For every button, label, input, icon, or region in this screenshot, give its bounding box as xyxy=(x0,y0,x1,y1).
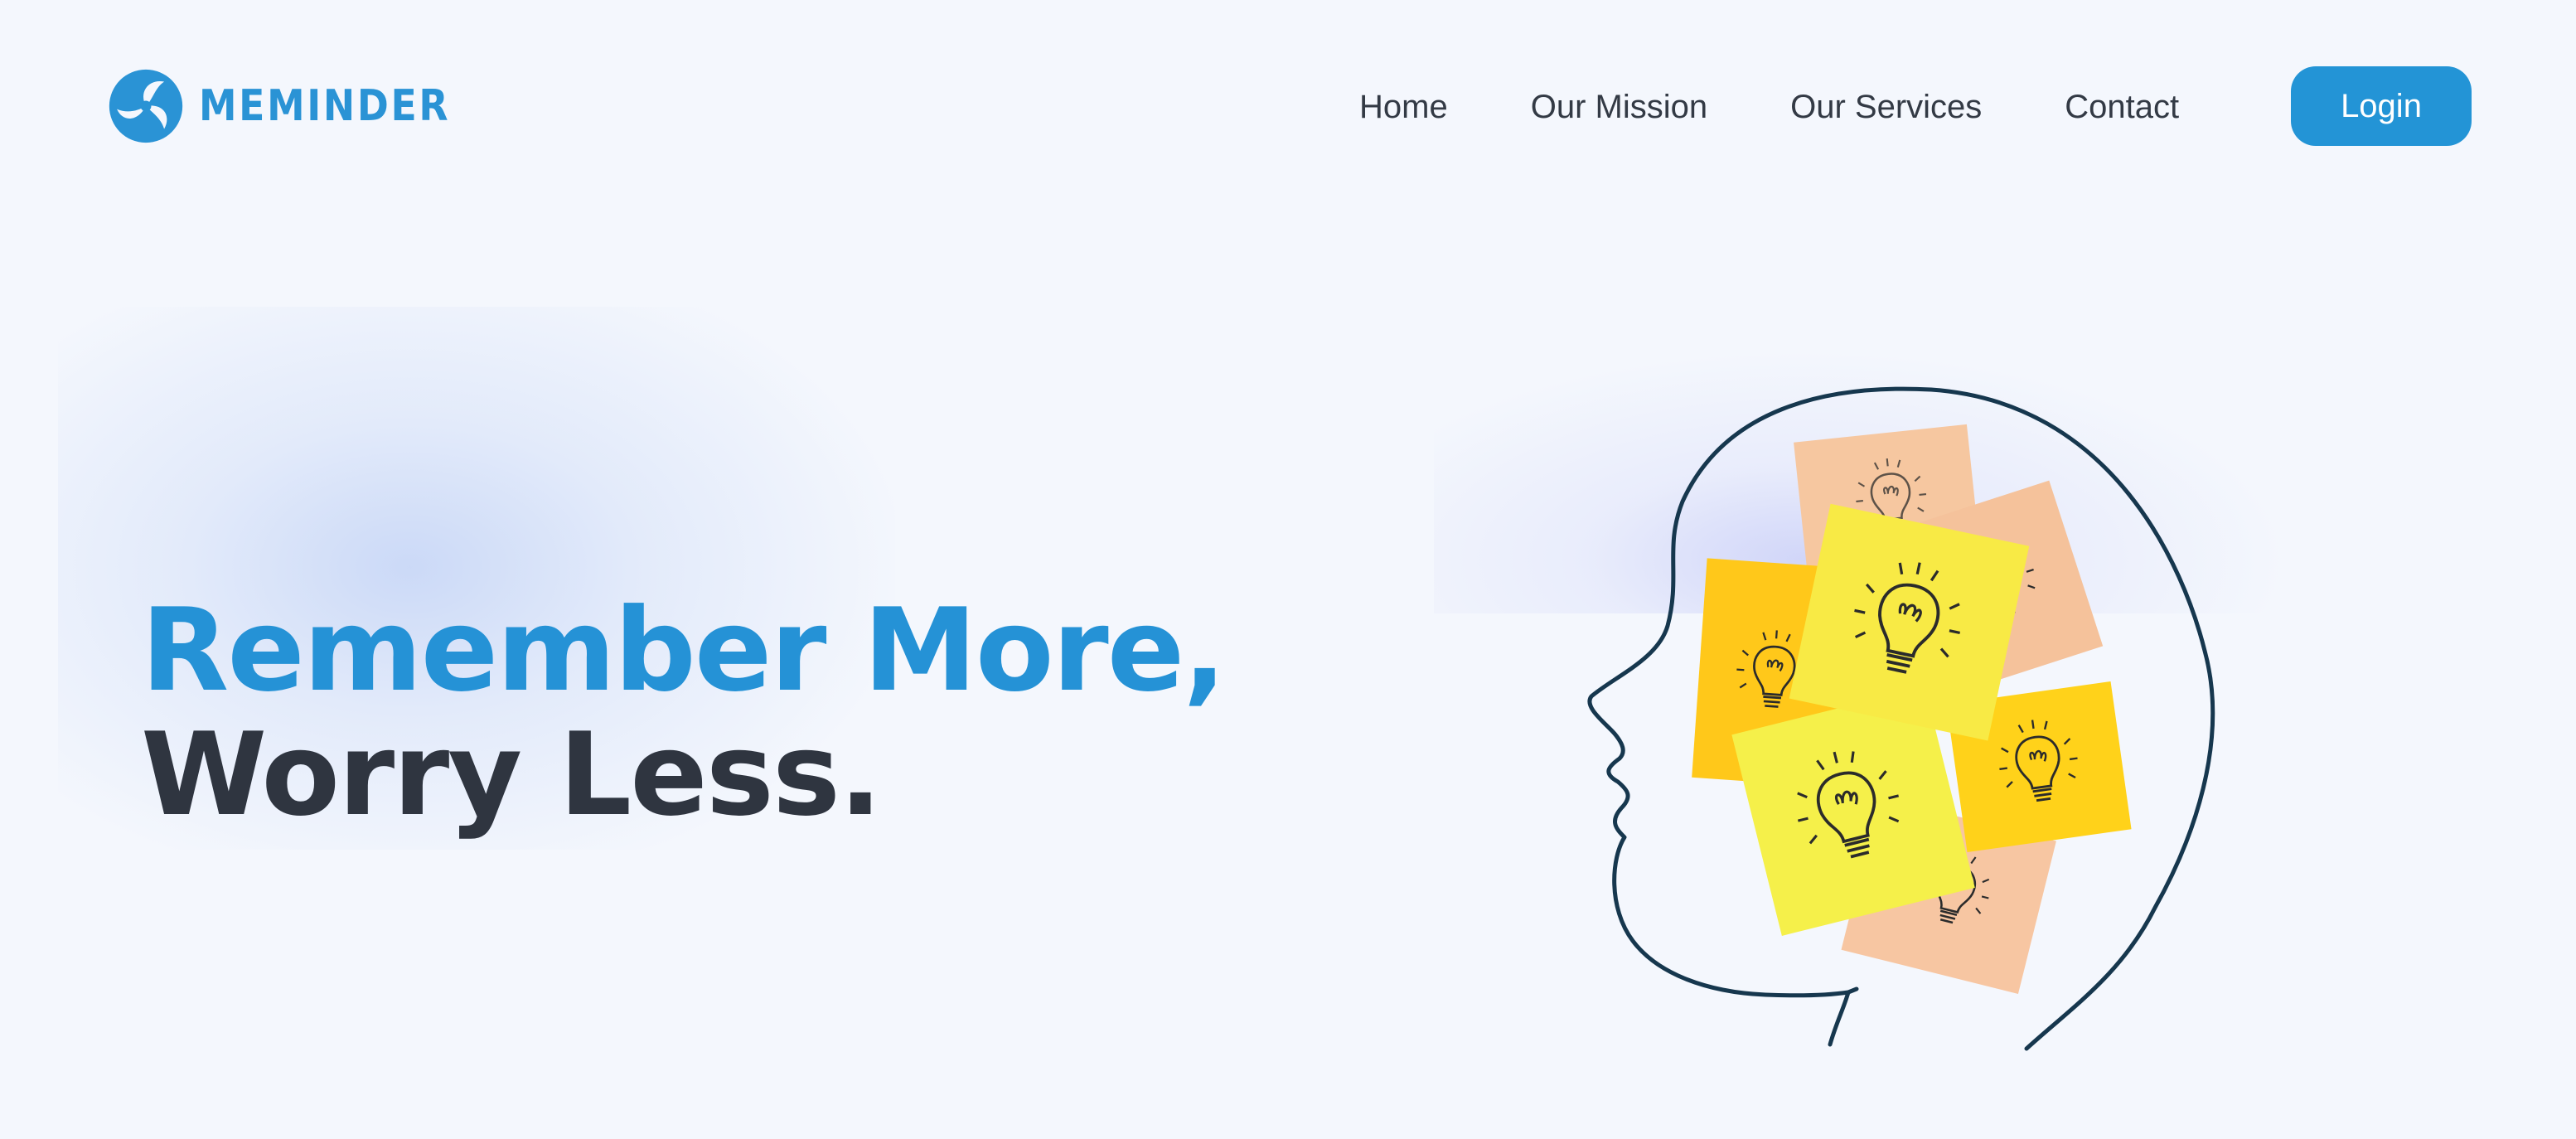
main-navigation: Home Our Mission Our Services Contact xyxy=(1359,66,2262,148)
landing-page: MEMINDER Home Our Mission Our Services C… xyxy=(0,0,2576,1139)
brand-logo-link[interactable]: MEMINDER xyxy=(108,66,485,146)
hero-headline-line-2: Worry Less. xyxy=(141,708,882,841)
head-sticky-notes-illustration xyxy=(1587,386,2215,1051)
hero-headline: Remember More, Worry Less. xyxy=(141,584,1227,841)
nav-link-contact[interactable]: Contact xyxy=(2065,89,2179,126)
hero-headline-line-1: Remember More, xyxy=(141,584,1227,717)
site-header: MEMINDER Home Our Mission Our Services C… xyxy=(0,0,2576,212)
nav-link-our-services[interactable]: Our Services xyxy=(1790,89,1982,126)
login-button[interactable]: Login xyxy=(2291,66,2472,146)
sticky-note-yellow-front xyxy=(1789,503,2030,741)
nav-link-our-mission[interactable]: Our Mission xyxy=(1531,89,1707,126)
brand-name: MEMINDER xyxy=(199,81,451,131)
nav-link-home[interactable]: Home xyxy=(1359,89,1448,126)
pinwheel-logo-icon xyxy=(109,69,183,143)
